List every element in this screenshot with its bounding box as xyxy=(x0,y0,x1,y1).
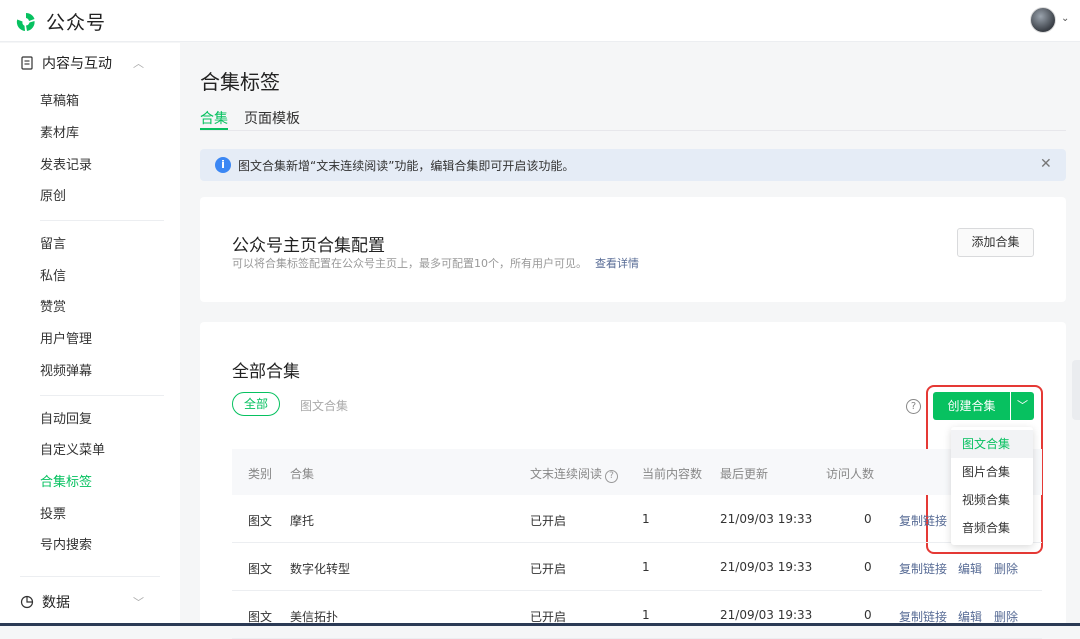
cell-name[interactable]: 数字化转型 xyxy=(290,560,350,577)
sidebar-item-collection-tags[interactable]: 合集标签 xyxy=(40,474,92,492)
edit-button[interactable]: 编辑 xyxy=(958,560,982,577)
copy-link-button[interactable]: 复制链接 xyxy=(899,560,947,577)
cell-visitors: 0 xyxy=(864,560,872,574)
sidebar-item-messages[interactable]: 私信 xyxy=(40,268,66,286)
sidebar-item-publish-records[interactable]: 发表记录 xyxy=(40,157,92,175)
home-config-title: 公众号主页合集配置 xyxy=(232,236,385,256)
sidebar-group-data[interactable]: 数据 xyxy=(20,592,70,612)
filter-article[interactable]: 图文合集 xyxy=(300,397,348,414)
sidebar-group-content[interactable]: 内容与互动 xyxy=(20,53,112,73)
table-row: 图文 摩托 已开启 1 21/09/03 19:33 0 复制链接 xyxy=(232,495,1042,543)
sidebar-divider xyxy=(40,395,164,396)
home-config-desc-text: 可以将合集标签配置在公众号主页上，最多可配置10个，所有用户可见。 xyxy=(232,257,587,270)
sidebar: 内容与互动 ︿ 草稿箱 素材库 发表记录 原创 留言 私信 赞赏 用户管理 视频… xyxy=(0,43,180,626)
cell-type: 图文 xyxy=(248,562,273,576)
cell-updated: 21/09/03 19:33 xyxy=(720,560,813,574)
sidebar-divider xyxy=(40,220,164,221)
all-collections-card: 全部合集 全部 图文合集 ? 创建合集 ﹀ 类别 合集 文末连续阅读? 当前内容… xyxy=(200,322,1066,639)
info-icon: i xyxy=(215,157,231,173)
create-collection-dropdown: 图文合集 图片合集 视频合集 音频合集 xyxy=(951,427,1033,545)
menu-item-image-collection[interactable]: 图片合集 xyxy=(951,458,1033,486)
column-header: 当前内容数 xyxy=(642,467,703,481)
copy-link-button[interactable]: 复制链接 xyxy=(899,512,947,529)
table-row: 图文 数字化转型 已开启 1 21/09/03 19:33 0 复制链接 编辑 … xyxy=(232,543,1042,591)
cell-visitors: 0 xyxy=(864,608,872,622)
column-header: 类别 xyxy=(248,467,273,481)
tabs-divider xyxy=(200,130,1066,131)
sidebar-item-original[interactable]: 原创 xyxy=(40,188,66,206)
tab-page-templates[interactable]: 页面模板 xyxy=(244,108,300,128)
document-icon xyxy=(21,56,33,70)
sidebar-item-vote[interactable]: 投票 xyxy=(40,506,66,524)
chevron-up-icon[interactable]: ︿ xyxy=(133,55,144,71)
column-header: 最后更新 xyxy=(720,467,769,481)
help-icon[interactable]: ? xyxy=(906,399,921,414)
chevron-down-icon[interactable]: ﹀ xyxy=(133,594,144,610)
top-bar: 公众号 ⌄ xyxy=(0,0,1080,42)
sidebar-item-auto-reply[interactable]: 自动回复 xyxy=(40,411,92,429)
notice-text: 图文合集新增“文末连续阅读”功能，编辑合集即可开启该功能。 xyxy=(238,159,575,173)
sidebar-item-comments[interactable]: 留言 xyxy=(40,236,66,254)
app-logo[interactable]: 公众号 xyxy=(14,8,106,35)
sidebar-item-custom-menu[interactable]: 自定义菜单 xyxy=(40,442,105,460)
sidebar-item-drafts[interactable]: 草稿箱 xyxy=(40,93,79,111)
column-header: 文末连续阅读 xyxy=(530,467,603,481)
close-icon[interactable]: ✕ xyxy=(1040,156,1052,172)
cell-continuous: 已开启 xyxy=(530,562,567,576)
cell-count: 1 xyxy=(642,512,650,526)
sidebar-item-video-danmaku[interactable]: 视频弹幕 xyxy=(40,363,92,381)
cell-visitors: 0 xyxy=(864,512,872,526)
cell-updated: 21/09/03 19:33 xyxy=(720,512,813,526)
table-header: 类别 合集 文末连续阅读? 当前内容数 最后更新 访问人数 xyxy=(232,449,1042,495)
cell-name[interactable]: 摩托 xyxy=(290,512,314,529)
sidebar-item-search[interactable]: 号内搜索 xyxy=(40,537,92,555)
wechat-logo-icon xyxy=(16,12,35,31)
menu-item-audio-collection[interactable]: 音频合集 xyxy=(951,514,1033,542)
cell-updated: 21/09/03 19:33 xyxy=(720,608,813,622)
avatar[interactable] xyxy=(1030,7,1056,33)
menu-item-video-collection[interactable]: 视频合集 xyxy=(951,486,1033,514)
help-icon[interactable]: ? xyxy=(605,470,619,483)
sidebar-group-label: 数据 xyxy=(42,595,70,611)
cell-count: 1 xyxy=(642,608,650,622)
view-details-link[interactable]: 查看详情 xyxy=(595,257,639,270)
menu-item-article-collection[interactable]: 图文合集 xyxy=(951,430,1033,458)
delete-button[interactable]: 删除 xyxy=(994,560,1018,577)
cell-continuous: 已开启 xyxy=(530,514,567,528)
app-title: 公众号 xyxy=(46,12,107,34)
home-config-card: 公众号主页合集配置 可以将合集标签配置在公众号主页上，最多可配置10个，所有用户… xyxy=(200,197,1066,302)
chart-icon xyxy=(20,595,34,609)
table-row: 图文 美信拓扑 已开启 1 21/09/03 19:33 0 复制链接 编辑 删… xyxy=(232,591,1042,639)
column-header: 合集 xyxy=(290,467,315,481)
sidebar-group-label: 内容与互动 xyxy=(42,56,112,72)
sidebar-item-rewards[interactable]: 赞赏 xyxy=(40,299,66,317)
sidebar-item-materials[interactable]: 素材库 xyxy=(40,125,79,143)
all-collections-title: 全部合集 xyxy=(232,362,300,382)
filter-all[interactable]: 全部 xyxy=(232,392,280,416)
home-config-desc: 可以将合集标签配置在公众号主页上，最多可配置10个，所有用户可见。 查看详情 xyxy=(232,255,639,271)
chevron-down-icon[interactable]: ⌄ xyxy=(1061,13,1069,24)
cell-type: 图文 xyxy=(248,514,273,528)
sidebar-item-users[interactable]: 用户管理 xyxy=(40,331,92,349)
cell-count: 1 xyxy=(642,560,650,574)
column-header-continuous: 文末连续阅读? xyxy=(530,465,619,483)
page-title: 合集标签 xyxy=(200,70,280,94)
add-collection-button[interactable]: 添加合集 xyxy=(957,228,1034,257)
tab-collections[interactable]: 合集 xyxy=(200,108,228,128)
notice-banner: i 图文合集新增“文末连续阅读”功能，编辑合集即可开启该功能。 ✕ xyxy=(200,149,1066,181)
floating-panel-edge[interactable] xyxy=(1072,360,1080,420)
active-tab-indicator xyxy=(200,128,228,130)
sidebar-divider xyxy=(20,576,160,577)
column-header: 访问人数 xyxy=(826,467,875,481)
